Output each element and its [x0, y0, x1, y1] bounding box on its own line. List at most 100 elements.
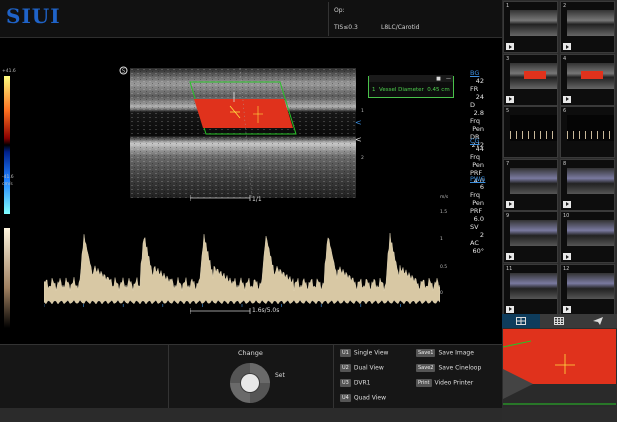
- thumbnail-preview[interactable]: [503, 329, 616, 407]
- param-value: 2: [479, 231, 484, 239]
- measurement-result-box[interactable]: ■ — 1 Vessel Diameter 0.45 cm: [368, 75, 454, 98]
- color-scale-unit: cm/s: [2, 182, 13, 187]
- measure-box-pin-icon[interactable]: ■: [435, 77, 442, 82]
- trackball-control[interactable]: [229, 362, 271, 404]
- probe-preset[interactable]: L8LC/Carotid: [381, 24, 419, 31]
- key-cap: Save1: [416, 349, 436, 357]
- depth-tick-1: 1: [361, 109, 364, 114]
- ultrasound-screen: SIUI Op: TIS≤0.3 L8LC/Carotid +41.6 -41.…: [0, 0, 617, 422]
- svg-text:S: S: [122, 69, 125, 75]
- measurement-row: 1 Vessel Diameter 0.45 cm: [372, 87, 450, 93]
- thumbnail-image: [567, 115, 614, 141]
- param-value: 6.0: [473, 215, 484, 223]
- thumbnail-7[interactable]: 7: [503, 158, 558, 211]
- thumbnail-number: 3: [506, 55, 510, 62]
- play-icon[interactable]: [506, 200, 514, 208]
- param-value: Pen: [472, 161, 484, 169]
- param-label: D: [470, 101, 476, 109]
- param-label: FR: [470, 85, 479, 93]
- bg-title[interactable]: BG: [470, 69, 490, 77]
- thumbnail-6[interactable]: 6: [560, 106, 615, 158]
- grid-small-icon: [554, 317, 564, 325]
- thumbnail-image: [510, 62, 557, 89]
- send-icon: [593, 317, 603, 325]
- change-label: Change: [238, 349, 263, 357]
- thumbnail-image: [510, 220, 557, 246]
- shortcut-label: Save Cineloop: [438, 364, 482, 372]
- param-label: Frq: [470, 191, 480, 199]
- focus-marker-2-icon: <: [355, 135, 362, 144]
- play-icon[interactable]: [506, 95, 514, 103]
- u3-shortcut[interactable]: U3 DVR1: [340, 379, 370, 387]
- shortcut-label: DVR1: [353, 379, 371, 387]
- thumbnail-number: 7: [506, 160, 510, 167]
- measurement-label: Vessel Diameter: [379, 87, 424, 93]
- play-icon[interactable]: [506, 43, 514, 50]
- thumbnail-number: 11: [506, 265, 513, 272]
- measure-box-close-icon[interactable]: —: [445, 77, 452, 82]
- thumbnail-2[interactable]: 2: [560, 1, 615, 53]
- thumbnail-image: [567, 167, 614, 194]
- b-mode-image[interactable]: [130, 68, 356, 198]
- control-panel: Change Set U1 Single View U2 Dual View U3 D…: [0, 344, 502, 409]
- thumbnail-11[interactable]: 11: [503, 263, 558, 316]
- grid-large-icon: [516, 317, 526, 325]
- play-icon[interactable]: [563, 43, 571, 50]
- u1-shortcut[interactable]: U1 Single View: [340, 349, 388, 357]
- shortcut-label: Quad View: [353, 394, 386, 402]
- cg-gain-value: 44: [475, 145, 484, 153]
- play-icon[interactable]: [506, 305, 514, 313]
- tab-grid-small[interactable]: [540, 314, 578, 328]
- measurement-index: 1: [372, 87, 376, 93]
- color-scale-bottom: -41.6: [2, 175, 14, 180]
- bg-gain-value: 42: [475, 77, 484, 85]
- u2-shortcut[interactable]: U2 Dual View: [340, 364, 384, 372]
- play-icon[interactable]: [563, 95, 571, 103]
- doppler-spectrum[interactable]: [44, 218, 440, 318]
- velocity-unit: m/s: [440, 195, 449, 200]
- velocity-tick: 0: [440, 291, 443, 296]
- pwg-title[interactable]: PWG: [470, 175, 490, 183]
- thumbnail-1[interactable]: 1: [503, 1, 558, 53]
- color-scale-top: +41.6: [2, 69, 16, 74]
- param-label: Frq: [470, 153, 480, 161]
- tis-index: TIS≤0.3: [334, 24, 358, 31]
- thumbnail-10[interactable]: 10: [560, 211, 615, 263]
- key-cap: Save2: [416, 364, 436, 372]
- param-label: SV: [470, 223, 479, 231]
- thumbnail-image: [567, 10, 614, 36]
- depth-marker-line: [190, 195, 251, 201]
- image-area[interactable]: +41.6 -41.6 cm/s S 1 2 < < 1/1 ■ — 1 Ves…: [0, 38, 502, 344]
- cg-title[interactable]: CG: [470, 137, 490, 145]
- save-cineloop-shortcut[interactable]: Save2 Save Cineloop: [416, 364, 481, 372]
- spectral-gray-bar: [4, 228, 10, 328]
- thumbnail-12[interactable]: 12: [560, 263, 615, 316]
- u4-shortcut[interactable]: U4 Quad View: [340, 394, 386, 402]
- play-icon[interactable]: [563, 200, 571, 208]
- thumbnail-number: 10: [563, 213, 570, 219]
- thumbnail-8[interactable]: 8: [560, 158, 615, 211]
- param-value: 24: [475, 93, 484, 101]
- thumbnail-image: [567, 62, 614, 89]
- panel-divider: [168, 345, 169, 409]
- thumbnail-number: 5: [506, 108, 510, 114]
- thumbnail-5[interactable]: 5: [503, 106, 558, 158]
- video-printer-shortcut[interactable]: Print Video Printer: [416, 379, 473, 387]
- thumbnail-3[interactable]: 3: [503, 53, 558, 106]
- shortcut-label: Single View: [353, 349, 389, 357]
- thumbnail-9[interactable]: 9: [503, 211, 558, 263]
- thumbnail-4[interactable]: 4: [560, 53, 615, 106]
- tab-grid-large[interactable]: [502, 314, 540, 328]
- thumbnail-number: 8: [563, 160, 567, 167]
- play-icon[interactable]: [563, 305, 571, 313]
- thumbnail-number: 2: [563, 3, 567, 9]
- thumbnail-image: [510, 272, 557, 299]
- thumbnail-number: 9: [506, 213, 510, 219]
- play-icon[interactable]: [506, 253, 514, 260]
- tab-send[interactable]: [579, 314, 617, 328]
- velocity-tick: 0.5: [440, 265, 448, 270]
- key-cap: U2: [340, 364, 351, 372]
- save-image-shortcut[interactable]: Save1 Save Image: [416, 349, 474, 357]
- play-icon[interactable]: [563, 253, 571, 260]
- thumbnail-number: 1: [506, 3, 510, 9]
